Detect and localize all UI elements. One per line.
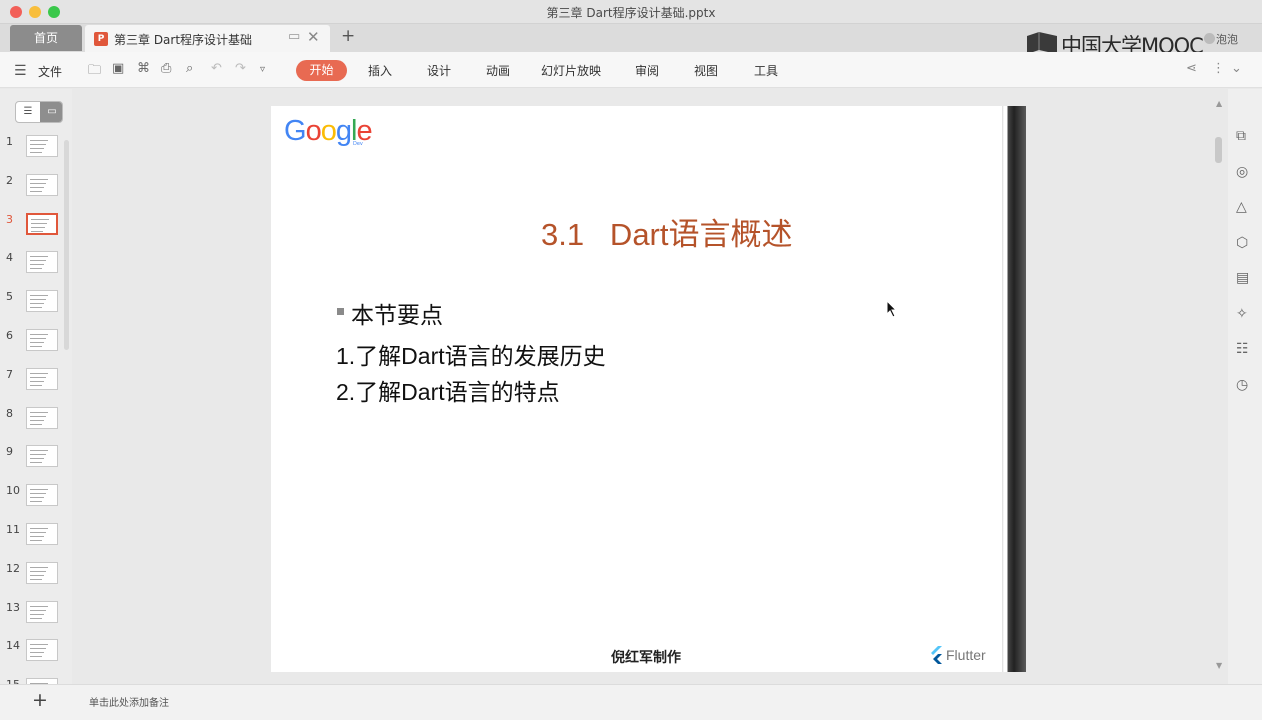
slide-title[interactable]: 3.1 Dart语言概述 (541, 209, 793, 254)
print-icon[interactable]: ⎙ (161, 61, 171, 76)
ribbon-tab-slideshow[interactable]: 幻灯片放映 (541, 62, 601, 79)
user-name: 泡泡 (1216, 33, 1238, 46)
slide-thumbnail[interactable] (26, 639, 58, 662)
slide-number: 8 (6, 406, 13, 420)
file-menu[interactable]: 文件 (38, 63, 62, 80)
window-title: 第三章 Dart程序设计基础.pptx (546, 6, 716, 20)
slide-thumbnail[interactable] (26, 484, 58, 507)
collapse-ribbon-icon[interactable]: ⌄ (1231, 61, 1242, 76)
slide[interactable]: Google Dev 3.1 Dart语言概述 本节要点 1.了解Dart语言的… (271, 106, 1026, 672)
scroll-up-icon[interactable]: ▲ (1216, 99, 1222, 108)
slide-edge-decoration (1002, 106, 1026, 672)
save-icon[interactable]: ▣ (112, 61, 124, 76)
ribbon-tab-insert[interactable]: 插入 (368, 62, 392, 79)
slides-icon[interactable]: ⧉ (1236, 128, 1246, 144)
user-account[interactable]: 泡泡 (1204, 31, 1238, 47)
status-bar: + 单击此处添加备注 (0, 684, 1262, 720)
format-icon[interactable]: △ (1236, 199, 1247, 215)
animation-icon[interactable]: ⬡ (1236, 235, 1248, 251)
slide-thumbnail[interactable] (26, 445, 58, 468)
point-1[interactable]: 1.了解Dart语言的发展历史 (336, 337, 606, 371)
tab-document-label: 第三章 Dart程序设计基础 (114, 33, 253, 47)
mouse-cursor-icon (886, 300, 898, 318)
magic-icon[interactable]: ✧ (1236, 306, 1248, 322)
presentation-icon: P (94, 32, 108, 46)
slide-author: 倪红军制作 (611, 650, 681, 666)
notes-field[interactable]: 单击此处添加备注 (89, 694, 169, 709)
scroll-down-icon[interactable]: ▼ (1216, 661, 1222, 670)
tab-home[interactable]: 首页 (10, 25, 82, 51)
avatar (1204, 33, 1215, 44)
slide-number: 7 (6, 367, 13, 381)
ribbon-tab-review[interactable]: 审阅 (635, 62, 659, 79)
share-icon[interactable]: ⋖ (1186, 61, 1197, 76)
slide-thumbnail[interactable] (26, 367, 58, 390)
preview-icon[interactable]: ⌕ (186, 61, 193, 76)
slide-thumbnail[interactable] (26, 251, 58, 274)
slide-number: 13 (6, 600, 20, 614)
add-slide-button[interactable]: + (32, 689, 48, 711)
thumbnail-scrollbar[interactable] (64, 140, 69, 350)
slide-thumbnail[interactable] (26, 290, 58, 313)
title-bar: 第三章 Dart程序设计基础.pptx (0, 0, 1262, 24)
slide-thumbnail[interactable] (26, 173, 58, 196)
slide-thumbnail[interactable] (26, 523, 58, 545)
settings-icon[interactable]: ☷ (1236, 341, 1249, 357)
point-2[interactable]: 2.了解Dart语言的特点 (336, 373, 560, 407)
shapes-icon[interactable]: ◎ (1236, 164, 1248, 180)
redo-icon[interactable]: ↷ (235, 61, 246, 76)
slide-number: 1 (6, 135, 13, 148)
slide-number: 4 (6, 251, 13, 265)
slide-thumbnail[interactable] (26, 561, 58, 584)
ribbon-tab-tools[interactable]: 工具 (754, 62, 778, 79)
slide-thumbnail[interactable] (26, 212, 58, 235)
flutter-icon (931, 646, 942, 664)
slide-thumbnail[interactable] (26, 135, 58, 157)
flutter-label: Flutter (946, 647, 986, 663)
slide-number: 3 (6, 212, 13, 226)
format-painter-icon[interactable]: ⌘ (137, 61, 150, 76)
slide-number: 6 (6, 329, 13, 342)
bullet-square-icon (337, 308, 344, 315)
pin-icon[interactable]: ▭ (288, 29, 300, 44)
slide-number: 11 (6, 523, 20, 536)
template-icon[interactable]: ▤ (1236, 270, 1249, 286)
tab-document[interactable]: P 第三章 Dart程序设计基础 ▭ ✕ (85, 25, 330, 52)
ribbon-tab-design[interactable]: 设计 (427, 62, 451, 79)
ribbon-tab-view[interactable]: 视图 (694, 62, 718, 79)
slide-thumbnail[interactable] (26, 406, 58, 429)
menu-icon[interactable]: ☰ (14, 63, 27, 79)
history-icon[interactable]: ◷ (1236, 377, 1248, 393)
view-toggle[interactable]: ☰ ▭ (15, 101, 63, 123)
google-logo-sub: Dev (353, 141, 363, 147)
ribbon-tab-start[interactable]: 开始 (296, 60, 347, 81)
customize-icon[interactable]: ▿ (260, 64, 265, 75)
open-icon[interactable]: 🗀 (88, 61, 101, 83)
close-tab-icon[interactable]: ✕ (307, 28, 320, 46)
slide-number: 5 (6, 290, 13, 304)
slide-thumbnail[interactable] (26, 329, 58, 351)
slide-number: 2 (6, 173, 13, 187)
vertical-scrollbar[interactable] (1215, 137, 1222, 163)
slide-number: 12 (6, 561, 20, 575)
toolbar: ☰ 文件 🗀 ▣ ⌘ ⎙ ⌕ ↶ ↷ ▿ 开始 插入 设计 动画 幻灯片放映 审… (0, 52, 1262, 88)
outline-view-icon[interactable]: ☰ (16, 102, 40, 122)
new-tab-button[interactable]: + (341, 26, 355, 46)
thumbnail-view-icon[interactable]: ▭ (40, 102, 62, 122)
slide-number: 9 (6, 445, 13, 459)
bullet-heading[interactable]: 本节要点 (351, 296, 443, 330)
slide-number: 10 (6, 484, 20, 498)
slide-number: 14 (6, 639, 20, 653)
ribbon-tab-animation[interactable]: 动画 (486, 62, 510, 79)
flutter-logo: Flutter (929, 646, 986, 664)
slide-thumbnail[interactable] (26, 600, 58, 623)
undo-icon[interactable]: ↶ (211, 61, 222, 76)
more-icon[interactable]: ⋮ (1212, 61, 1225, 76)
